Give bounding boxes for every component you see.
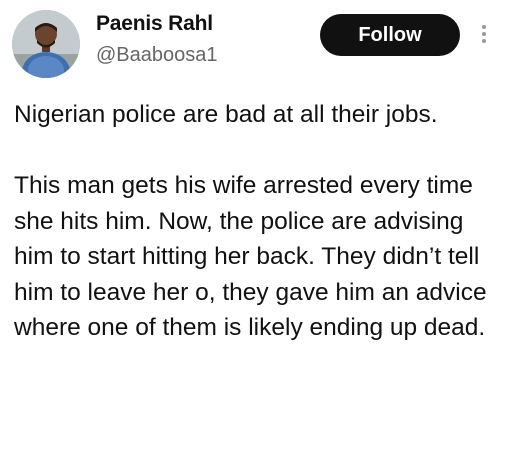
follow-button[interactable]: Follow xyxy=(320,14,460,56)
dot xyxy=(482,32,486,36)
dot xyxy=(482,25,486,29)
vertical-ellipsis-icon[interactable] xyxy=(478,22,490,52)
tweet-paragraph-2: This man gets his wife arrested every ti… xyxy=(14,172,487,341)
user-handle[interactable]: @Baaboosa1 xyxy=(96,44,218,67)
dot xyxy=(482,39,486,43)
tweet-header: Paenis Rahl @Baaboosa1 Follow xyxy=(0,0,508,80)
tweet-paragraph-1: Nigerian police are bad at all their job… xyxy=(14,101,438,128)
profile-photo-icon xyxy=(12,10,80,78)
display-name[interactable]: Paenis Rahl xyxy=(96,12,213,36)
tweet-body: Nigerian police are bad at all their job… xyxy=(14,97,504,346)
avatar[interactable] xyxy=(12,10,80,78)
